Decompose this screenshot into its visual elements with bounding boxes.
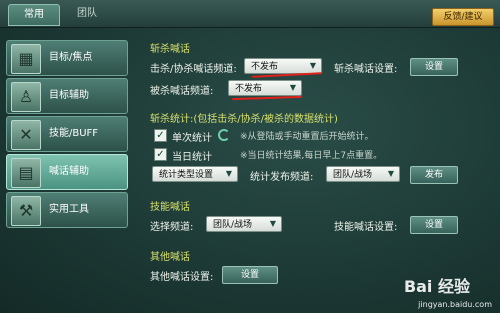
daily-stat-note: ※当日统计结果,每日早上7点重置。 (240, 151, 383, 161)
person-icon: ♙ (11, 82, 41, 112)
chevron-down-icon: ▼ (289, 83, 297, 92)
sidebar-item-shout-assist[interactable]: ▤ 喊话辅助 (6, 154, 128, 190)
publish-button[interactable]: 发布 (410, 166, 458, 184)
top-tab-bar: 常用 团队 反馈/建议 (0, 0, 500, 28)
kill-settings-label: 斩杀喊话设置: (334, 64, 398, 75)
daily-stat-label: 当日统计 (172, 152, 212, 163)
main-panel: 斩杀喊话 击杀/协杀喊话频道: 不发布 ▼ 斩杀喊话设置: 设置 被杀喊话频道:… (136, 30, 496, 310)
single-stat-checkbox[interactable]: ✓ (154, 129, 167, 142)
kill-shout-title: 斩杀喊话 (150, 44, 190, 55)
sidebar-item-skill-buff[interactable]: ✕ 技能/BUFF (6, 116, 128, 152)
sidebar-item-label: 目标辅助 (49, 90, 89, 101)
other-settings-label: 其他喊话设置: (150, 272, 214, 283)
skill-settings-label: 技能喊话设置: (334, 222, 398, 233)
skill-shout-title: 技能喊话 (150, 202, 190, 213)
crossed-swords-icon: ✕ (11, 120, 41, 150)
chevron-down-icon: ▼ (269, 219, 277, 228)
tools-icon: ⚒ (11, 196, 41, 226)
target-icon: ▦ (11, 44, 41, 74)
daily-stat-checkbox[interactable]: ✓ (154, 148, 167, 161)
single-stat-label: 单次统计 (172, 133, 212, 144)
sidebar: ▦ 目标/焦点 ♙ 目标辅助 ✕ 技能/BUFF ▤ 喊话辅助 ⚒ 实用工具 (2, 36, 128, 306)
stat-type-select[interactable]: 统计类型设置 ▼ (152, 166, 238, 182)
chevron-down-icon: ▼ (225, 169, 233, 178)
killed-channel-select[interactable]: 不发布 ▼ (228, 80, 302, 96)
publish-channel-value: 团队/战场 (333, 170, 373, 180)
chevron-down-icon: ▼ (309, 61, 317, 70)
skill-channel-label: 选择频道: (150, 222, 194, 233)
skill-channel-select[interactable]: 团队/战场 ▼ (206, 216, 282, 232)
kill-channel-value: 不发布 (251, 62, 279, 72)
sidebar-item-label: 实用工具 (49, 204, 89, 215)
publish-channel-select[interactable]: 团队/战场 ▼ (326, 166, 400, 182)
sidebar-item-label: 技能/BUFF (49, 128, 99, 139)
refresh-icon[interactable] (218, 129, 230, 141)
sidebar-item-target-focus[interactable]: ▦ 目标/焦点 (6, 40, 128, 76)
kill-stats-title: 斩杀统计:(包括击杀/协杀/被杀的数据统计) (150, 114, 338, 125)
kill-settings-button[interactable]: 设置 (410, 58, 458, 76)
book-icon: ▤ (11, 158, 41, 188)
other-settings-button[interactable]: 设置 (222, 266, 278, 284)
sidebar-item-label: 目标/焦点 (49, 52, 93, 63)
feedback-button[interactable]: 反馈/建议 (432, 8, 494, 26)
skill-channel-value: 团队/战场 (213, 220, 253, 230)
killed-channel-label: 被杀喊话频道: (150, 86, 214, 97)
chevron-down-icon: ▼ (387, 169, 395, 178)
baidu-watermark-logo: Bai 经验 (403, 277, 470, 296)
sidebar-item-label: 喊话辅助 (49, 166, 89, 177)
skill-settings-button[interactable]: 设置 (410, 216, 458, 234)
stat-type-value: 统计类型设置 (159, 170, 214, 180)
baidu-watermark-url: jingyan.baidu.com (418, 300, 492, 309)
kill-channel-select[interactable]: 不发布 ▼ (244, 58, 322, 74)
killed-channel-value: 不发布 (235, 84, 263, 94)
tab-team[interactable]: 团队 (66, 4, 108, 24)
single-stat-note: ※从登陆或手动重置后开始统计。 (240, 132, 374, 142)
sidebar-item-utilities[interactable]: ⚒ 实用工具 (6, 192, 128, 228)
other-shout-title: 其他喊话 (150, 252, 190, 263)
kill-channel-label: 击杀/协杀喊话频道: (150, 64, 237, 75)
tab-common[interactable]: 常用 (8, 4, 60, 26)
sidebar-item-target-assist[interactable]: ♙ 目标辅助 (6, 78, 128, 114)
publish-channel-label: 统计发布频道: (250, 172, 314, 183)
